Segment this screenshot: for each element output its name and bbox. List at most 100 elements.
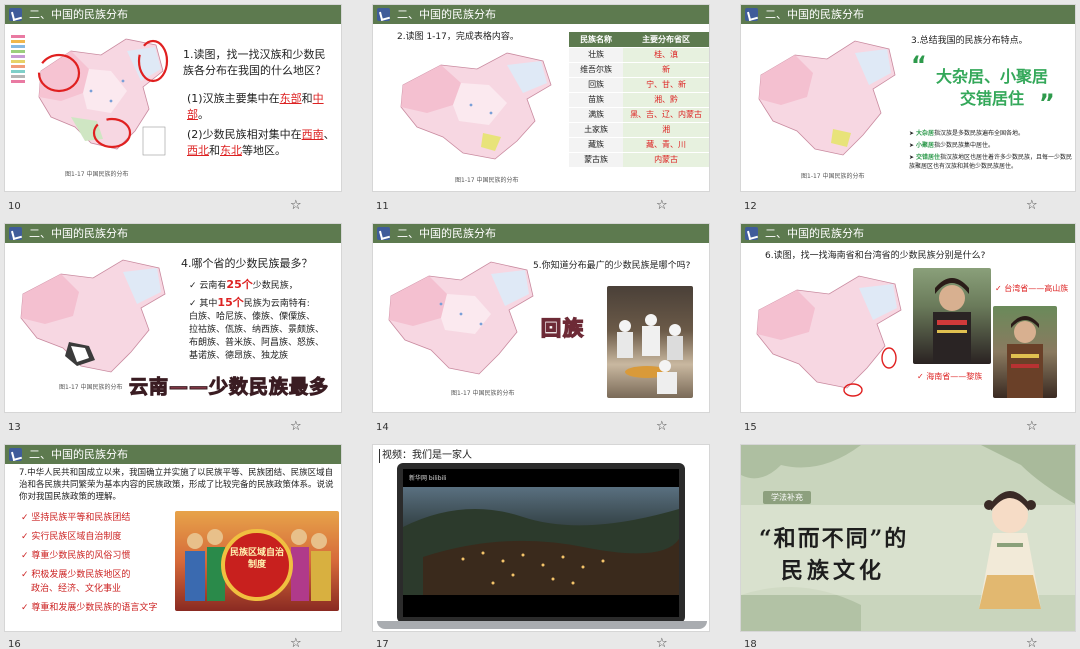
china-ethnic-map: [13, 252, 173, 380]
method-tag: 学法补充: [763, 491, 811, 504]
ethnic-unity-poster: 民族区域自治制度: [175, 511, 339, 611]
map-caption: 图1-17 中国民族的分布: [451, 390, 515, 397]
banner-text: 云南——少数民族最多: [129, 376, 330, 399]
question-title: 5.你知道分布最广的少数民族是哪个吗?: [533, 261, 691, 271]
li-girl-photo: [993, 306, 1057, 398]
answer-line: 拉祜族、佤族、纳西族、景颇族、: [189, 325, 325, 335]
star-icon[interactable]: ☆: [1026, 198, 1038, 213]
open-quote-icon: “: [911, 51, 927, 79]
slide-thumbnail[interactable]: 二、中国的民族分布 图1-17 中国民族的分布 5.你知道分布最广的少数民族是哪…: [372, 223, 710, 413]
map-caption: 图1-17 中国民族的分布: [65, 171, 129, 178]
taiwan-answer: ✓ 台湾省——高山族: [995, 284, 1069, 293]
question-title: 4.哪个省的少数民族最多？: [181, 257, 313, 270]
slide-number: 15: [744, 422, 757, 433]
answer-block: ✓ 云南有25个少数民族， ✓ 其中15个民族为云南特有: 白族、哈尼族、傣族、…: [189, 278, 339, 363]
slide-thumbnail[interactable]: 学法补充 “和而不同”的 民族文化: [740, 444, 1076, 632]
hui-people-photo: [607, 286, 693, 398]
list-item: ➤ 交错居住指汉族地区也居住着许多少数民族，且每一少数民族聚居区也有汉族和其他少…: [909, 154, 1072, 170]
slide-number: 11: [376, 201, 389, 212]
slide-footer: 15 ☆: [740, 419, 1076, 437]
star-icon[interactable]: ☆: [1026, 636, 1038, 649]
slide-header: 二、中国的民族分布: [5, 445, 341, 464]
china-ethnic-map: [749, 268, 909, 398]
answer-text: 回族: [540, 315, 585, 341]
title-line-1: “和而不同”的: [759, 526, 909, 552]
slide-header: 二、中国的民族分布: [373, 5, 709, 24]
close-quote-icon: ”: [1039, 89, 1055, 117]
table-header: 主要分布省区: [623, 32, 709, 48]
book-logo-icon: [9, 227, 22, 240]
slide-footer: 16 ☆: [4, 636, 342, 649]
table-row: 满族 黑、吉、辽、内蒙古: [569, 107, 709, 123]
slide-number: 12: [744, 201, 757, 212]
map-caption: 图1-17 中国民族的分布: [59, 384, 123, 391]
answer-line: 布朗族、普米族、阿昌族、怒族、: [189, 338, 325, 348]
video-title: 视频：我们是一家人: [379, 449, 472, 463]
china-ethnic-map: [381, 254, 541, 384]
answer-line: ✓ 云南有25个少数民族，: [189, 278, 298, 291]
quote-line-2: 交错居住: [959, 89, 1024, 108]
slide-thumbnail[interactable]: 二、中国的民族分布 图1-17 中国民族的分布 3.总结我国的民族分布特点。 “…: [740, 4, 1076, 192]
slide-thumbnail[interactable]: 二、中国的民族分布 图1-17 中国民族的分布 1.读图，找一找汉族和少数民族各…: [4, 4, 342, 192]
question-title: 2.读图 1-17，完成表格内容。: [397, 32, 519, 42]
circle-annotation-northwest: [37, 53, 81, 93]
slide-footer: 17 ☆: [372, 636, 710, 649]
slide-thumbnail[interactable]: 二、中国的民族分布 6.读图，找一找海南省和台湾省的少数民族分别是什么? ✓ 台…: [740, 223, 1076, 413]
slide-thumbnail[interactable]: 视频：我们是一家人 新华网 bilibili: [372, 444, 710, 632]
china-ethnic-map: [751, 33, 901, 163]
answer-line-1: (1)汉族主要集中在东部和中部。: [187, 92, 324, 121]
question-title: 1.读图，找一找汉族和少数民族各分布在我国的什么地区？: [183, 48, 326, 77]
slide-footer: 10 ☆: [4, 198, 342, 216]
star-icon[interactable]: ☆: [290, 636, 302, 649]
slide-number: 13: [8, 422, 21, 433]
ethnic-distribution-table: 民族名称 主要分布省区 壮族 桂、滇 维吾尔族新 回族 宁、甘、新 苗族 湘、黔 满族…: [569, 32, 709, 168]
answer-line-2: (2)少数民族相对集中在西南、西北和东北等地区。: [187, 128, 335, 157]
answer-line: 白族、哈尼族、傣族、傈僳族、: [189, 312, 316, 322]
map-caption: 图1-17 中国民族的分布: [801, 173, 865, 180]
book-logo-icon: [9, 8, 22, 21]
book-logo-icon: [377, 227, 390, 240]
slide-number: 18: [744, 639, 757, 649]
slide-number: 14: [376, 422, 389, 433]
slide-header: 二、中国的民族分布: [5, 224, 341, 243]
feature-list: ➤ 大杂居指汉族是多数民族遍布全国各地。 ➤ 小聚居指少数民族集中居住。 ➤ 交…: [909, 129, 1073, 171]
laptop-base: [377, 621, 707, 629]
slide-header: 二、中国的民族分布: [741, 224, 1075, 243]
slide-header: 二、中国的民族分布: [5, 5, 341, 24]
question-title: 6.读图，找一找海南省和台湾省的少数民族分别是什么?: [765, 251, 986, 261]
girl-illustration: [979, 491, 1041, 609]
slide-sorter-grid: 二、中国的民族分布 图1-17 中国民族的分布 1.读图，找一找汉族和少数民族各…: [0, 0, 1080, 649]
star-icon[interactable]: ☆: [656, 419, 668, 434]
slide-footer: 14 ☆: [372, 419, 710, 437]
list-item: ✓ 尊重和发展少数民族的语言文字: [21, 603, 158, 613]
table-row: 壮族 桂、滇: [569, 47, 709, 63]
poster-badge-text: 民族区域自治制度: [229, 548, 284, 570]
list-item: ➤ 小聚居指少数民族集中居住。: [909, 142, 994, 149]
star-icon[interactable]: ☆: [656, 636, 668, 649]
slide-thumbnail[interactable]: 二、中国的民族分布 图1-17 中国民族的分布 4.哪个省的少数民族最多？ ✓ …: [4, 223, 342, 413]
video-screen[interactable]: 新华网 bilibili: [403, 469, 679, 617]
title-line-2: 民族文化: [781, 558, 886, 584]
slide-thumbnail[interactable]: 二、中国的民族分布 2.读图 1-17，完成表格内容。 图1-17 中国民族的分…: [372, 4, 710, 192]
star-icon[interactable]: ☆: [290, 419, 302, 434]
slide-thumbnail[interactable]: 二、中国的民族分布 7.中华人民共和国成立以来，我国确立并实施了以民族平等、民族…: [4, 444, 342, 632]
slide-header: 二、中国的民族分布: [741, 5, 1075, 24]
slide-number: 16: [8, 639, 21, 649]
star-icon[interactable]: ☆: [656, 198, 668, 213]
answer-line: 基诺族、德昂族、独龙族: [189, 351, 289, 361]
star-icon[interactable]: ☆: [290, 198, 302, 213]
book-logo-icon: [9, 448, 22, 461]
star-icon[interactable]: ☆: [1026, 419, 1038, 434]
circle-annotation-northeast: [137, 39, 169, 83]
question-title: 3.总结我国的民族分布特点。: [911, 36, 1028, 46]
hainan-answer: ✓ 海南省——黎族: [917, 372, 983, 381]
book-logo-icon: [377, 8, 390, 21]
list-item: ✓ 实行民族区域自治制度: [21, 532, 122, 542]
table-row: 回族 宁、甘、新: [569, 77, 709, 93]
screen-logo: 新华网 bilibili: [409, 475, 447, 482]
table-row: 蒙古族 内蒙古: [569, 152, 709, 168]
slide-footer: 13 ☆: [4, 419, 342, 437]
book-logo-icon: [745, 8, 758, 21]
table-row: 土家族湘: [569, 122, 709, 138]
china-ethnic-map: [391, 47, 561, 165]
